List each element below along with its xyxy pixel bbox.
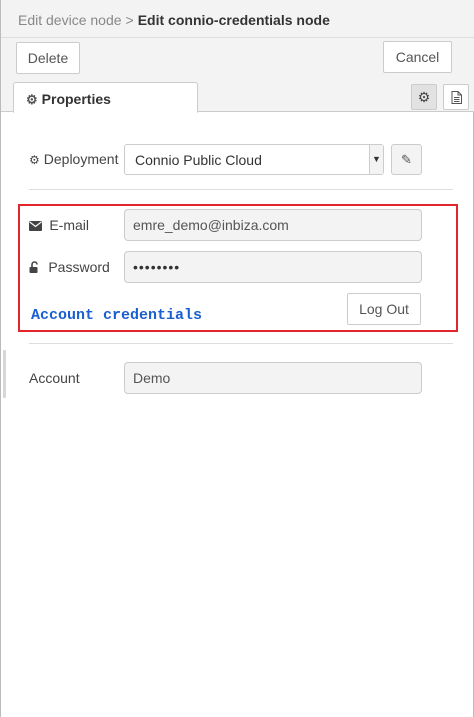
tab-bar: ⚙ Properties ⚙	[1, 78, 474, 113]
tab-properties[interactable]: ⚙ Properties	[13, 82, 198, 113]
unlock-icon	[29, 261, 44, 275]
gear-icon: ⚙	[29, 153, 40, 167]
password-field[interactable]: ••••••••	[124, 251, 422, 283]
account-label: Account	[29, 370, 80, 386]
document-icon	[451, 91, 462, 104]
pencil-icon: ✎	[401, 152, 412, 167]
deployment-label: ⚙ Deployment	[29, 151, 118, 167]
gear-icon: ⚙	[417, 89, 431, 105]
breadcrumb-separator: >	[125, 12, 134, 28]
logout-button[interactable]: Log Out	[347, 293, 421, 325]
tab-properties-label: Properties	[41, 91, 111, 107]
deployment-value: Connio Public Cloud	[135, 152, 262, 168]
edit-deployment-button[interactable]: ✎	[391, 144, 422, 175]
edit-tray: Edit device node > Edit connio-credentials…	[0, 0, 474, 717]
envelope-icon	[29, 219, 45, 233]
account-field[interactable]: Demo	[124, 362, 422, 394]
email-label-text: E-mail	[49, 217, 90, 233]
divider	[29, 343, 453, 344]
email-label: E-mail	[29, 217, 89, 233]
gear-icon: ⚙	[26, 92, 38, 107]
toolbar: Delete Cancel	[1, 38, 474, 78]
password-label: Password	[29, 259, 110, 275]
resize-grip[interactable]	[3, 350, 6, 398]
tab-description[interactable]	[443, 84, 469, 110]
tab-settings[interactable]: ⚙	[411, 84, 437, 110]
delete-button[interactable]: Delete	[16, 42, 80, 74]
deployment-label-text: Deployment	[43, 151, 119, 167]
caret-down-icon: ▼	[369, 145, 383, 174]
credentials-annotation: Account credentials	[31, 307, 203, 324]
email-field[interactable]: emre_demo@inbiza.com	[124, 209, 422, 241]
breadcrumb-parent[interactable]: Edit device node	[18, 12, 122, 28]
divider	[29, 189, 453, 190]
cancel-button[interactable]: Cancel	[383, 41, 452, 73]
breadcrumb: Edit device node > Edit connio-credentials…	[1, 0, 474, 38]
deployment-select[interactable]: Connio Public Cloud ▼	[124, 144, 384, 175]
breadcrumb-current: Edit connio-credentials node	[137, 12, 330, 28]
password-label-text: Password	[48, 259, 110, 275]
